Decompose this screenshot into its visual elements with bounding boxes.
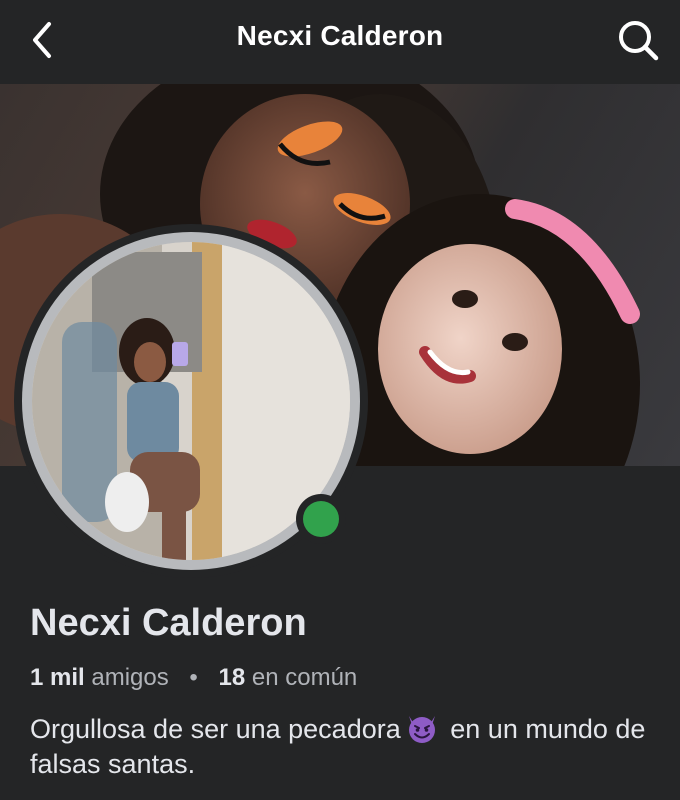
mutual-friends-count: 18 [218,664,246,691]
smiling-devil-emoji-icon [408,716,435,743]
mutual-friends-label: en común [251,664,358,691]
page-title: Necxi Calderon [236,20,444,51]
friends-label: amigos [91,664,169,691]
profile-avatar[interactable] [14,224,368,578]
top-bar: Necxi Calderon [0,0,680,84]
friends-stats[interactable]: 1 mil amigos • 18 en común [30,664,357,692]
profile-name: Necxi Calderon [30,602,307,644]
profile-bio: Orgullosa de ser una pecadora en un mund… [30,712,650,782]
friends-count: 1 mil [30,664,85,691]
online-status-indicator [296,494,346,544]
search-icon [619,21,659,61]
bio-text-start: Orgullosa de ser una pecadora [30,714,401,744]
stats-separator: • [189,664,198,691]
search-button[interactable] [614,16,662,64]
